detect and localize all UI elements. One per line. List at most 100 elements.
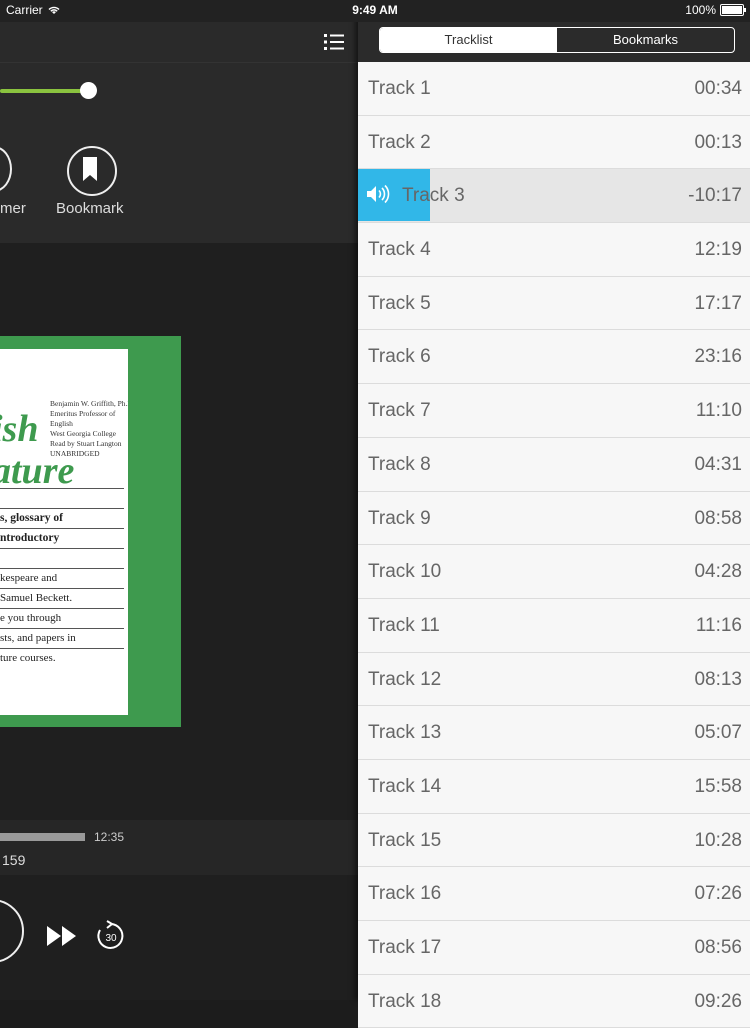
battery-percent: 100% xyxy=(685,3,716,17)
player-topbar xyxy=(0,22,358,62)
track-name: Track 1 xyxy=(368,78,431,99)
cover-rule xyxy=(0,488,124,489)
status-bar: Carrier 9:49 AM 100% xyxy=(0,0,750,22)
cover-text-line: sts, and papers in xyxy=(0,632,76,644)
track-name: Track 15 xyxy=(368,829,442,851)
track-row[interactable]: Track 4 12:19 xyxy=(358,223,750,277)
track-name: Track 9 xyxy=(368,507,431,529)
track-row-now-playing[interactable]: Track 3 -10:17 xyxy=(358,169,750,224)
track-duration: 10:28 xyxy=(694,829,742,851)
track-duration: 08:13 xyxy=(694,668,742,690)
track-row[interactable]: Track 18 09:26 xyxy=(358,974,750,1028)
cover-text-line: ture courses. xyxy=(0,652,56,664)
tracklist-menu-icon[interactable] xyxy=(322,30,348,54)
track-duration: -10:17 xyxy=(688,185,742,207)
track-row[interactable]: Track 6 23:16 xyxy=(358,330,750,385)
track-row[interactable]: Track 12 08:13 xyxy=(358,652,750,707)
track-name: Track 5 xyxy=(368,292,431,314)
track-row[interactable]: Track 7 11:10 xyxy=(358,384,750,438)
track-row[interactable]: Track 9 08:58 xyxy=(358,491,750,546)
track-name: Track 10 xyxy=(368,561,442,583)
bookmark-label: Bookmark xyxy=(56,200,124,217)
skip-30-icon: 30 xyxy=(97,920,124,949)
cover-rule xyxy=(0,548,124,549)
track-duration: 04:28 xyxy=(694,561,742,583)
track-name: Track 18 xyxy=(368,990,442,1012)
track-duration: 11:10 xyxy=(695,400,742,422)
track-name: Track 14 xyxy=(368,775,442,797)
track-row[interactable]: Track 2 00:13 xyxy=(358,115,750,170)
playback-progress xyxy=(0,62,358,119)
track-name: Track 16 xyxy=(368,883,442,905)
play-pause-button[interactable] xyxy=(0,899,24,963)
track-row[interactable]: Track 14 15:58 xyxy=(358,759,750,814)
playback-controls: 30 xyxy=(0,875,358,1000)
timer-icon xyxy=(0,146,12,192)
cover-rule xyxy=(0,608,124,609)
book-cover: ish ature Benjamin W. Griffith, Ph.D. Em… xyxy=(0,336,181,727)
cover-rule xyxy=(0,528,124,529)
elapsed-time: 12:35 xyxy=(94,830,125,844)
track-name: Track 13 xyxy=(368,722,442,744)
skip-forward-button[interactable]: 30 xyxy=(95,920,127,957)
track-name: Track 11 xyxy=(368,614,440,636)
track-name: Track 17 xyxy=(368,937,442,958)
track-duration: 12:19 xyxy=(694,239,742,261)
cover-text-line: kespeare and xyxy=(0,572,58,584)
status-time: 9:49 AM xyxy=(352,3,398,17)
cover-rule xyxy=(0,648,124,649)
track-name: Track 4 xyxy=(368,239,431,261)
track-list: Track 1 00:34 Track 2 00:13 Track 3 -10:17… xyxy=(358,62,750,1028)
cover-text-line: e you through xyxy=(0,612,62,624)
track-duration: 04:31 xyxy=(694,453,742,475)
cover-text-line: Samuel Beckett. xyxy=(0,592,73,604)
track-row[interactable]: Track 1 00:34 xyxy=(358,62,750,116)
cover-rule xyxy=(0,508,124,509)
fast-forward-icon[interactable] xyxy=(46,925,78,947)
book-progress: 12:35 159 xyxy=(0,820,358,875)
skip-seconds-label: 30 xyxy=(105,933,117,944)
tab-tracklist[interactable]: Tracklist xyxy=(380,28,557,52)
track-duration: 05:07 xyxy=(694,722,742,744)
track-duration: 08:56 xyxy=(694,937,742,958)
cover-rule xyxy=(0,588,124,589)
track-row[interactable]: Track 13 05:07 xyxy=(358,706,750,760)
track-name: Track 6 xyxy=(368,346,431,368)
track-name: Track 8 xyxy=(368,453,431,475)
bookmark-icon xyxy=(67,146,117,196)
page-number: 159 xyxy=(2,852,26,868)
track-duration: 08:58 xyxy=(694,507,742,529)
track-duration: 00:34 xyxy=(694,78,742,99)
tab-bookmarks[interactable]: Bookmarks xyxy=(557,28,734,52)
track-row[interactable]: Track 8 04:31 xyxy=(358,437,750,492)
track-name: Track 3 xyxy=(402,185,465,207)
player-panel: mer Bookmark ish ature Benjamin W. Griff… xyxy=(0,0,358,1000)
track-row[interactable]: Track 17 08:56 xyxy=(358,921,750,975)
track-name: Track 2 xyxy=(368,131,431,153)
track-duration: 17:17 xyxy=(694,292,742,314)
track-row[interactable]: Track 16 07:26 xyxy=(358,867,750,921)
book-progress-bar[interactable] xyxy=(0,833,85,841)
cover-text-line: s, glossary of xyxy=(0,512,63,524)
track-row[interactable]: Track 15 10:28 xyxy=(358,813,750,868)
progress-fill xyxy=(0,89,86,93)
track-row[interactable]: Track 10 04:28 xyxy=(358,545,750,599)
book-cover-page: ish ature Benjamin W. Griffith, Ph.D. Em… xyxy=(0,349,128,715)
track-name: Track 7 xyxy=(368,400,431,422)
timer-label: mer xyxy=(0,200,26,217)
speaker-icon xyxy=(367,185,390,204)
track-name: Track 12 xyxy=(368,668,442,690)
track-row[interactable]: Track 5 17:17 xyxy=(358,276,750,331)
cover-text-line: ntroductory xyxy=(0,532,60,544)
track-row[interactable]: Track 11 11:16 xyxy=(358,598,750,653)
progress-slider-knob[interactable] xyxy=(80,82,97,99)
cover-title-line: ish xyxy=(0,408,39,450)
track-duration: 09:26 xyxy=(694,990,742,1012)
tracklist-panel: Tracklist Bookmarks Track 1 00:34 Track 2… xyxy=(358,0,750,1028)
track-duration: 00:13 xyxy=(694,131,742,153)
track-duration: 23:16 xyxy=(694,346,742,368)
battery-icon xyxy=(720,4,746,16)
player-actions: mer Bookmark xyxy=(0,118,358,243)
track-duration: 07:26 xyxy=(694,883,742,905)
cover-author-block: Benjamin W. Griffith, Ph.D. Emeritus Pro… xyxy=(50,399,128,458)
